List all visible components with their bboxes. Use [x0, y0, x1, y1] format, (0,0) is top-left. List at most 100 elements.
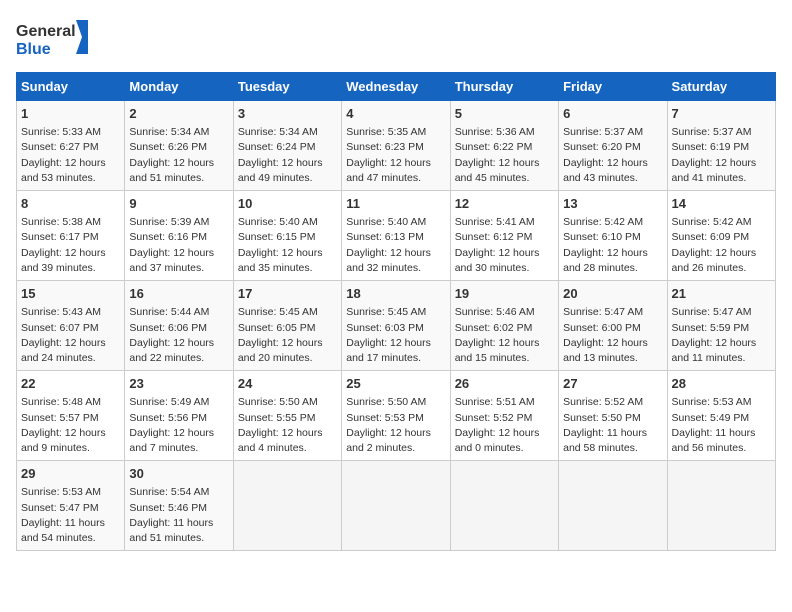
day-number: 2: [129, 105, 228, 123]
day-info: Sunrise: 5:40 AMSunset: 6:13 PMDaylight:…: [346, 215, 445, 276]
day-number: 12: [455, 195, 554, 213]
day-info: Sunrise: 5:54 AMSunset: 5:46 PMDaylight:…: [129, 485, 228, 546]
calendar-day-cell: 11 Sunrise: 5:40 AMSunset: 6:13 PMDayligh…: [342, 191, 450, 281]
day-number: 18: [346, 285, 445, 303]
day-number: 11: [346, 195, 445, 213]
calendar-day-cell: [559, 461, 667, 551]
day-number: 4: [346, 105, 445, 123]
day-number: 26: [455, 375, 554, 393]
day-number: 30: [129, 465, 228, 483]
weekday-header: Saturday: [667, 73, 775, 101]
calendar-day-cell: 16Sunrise: 5:44 AMSunset: 6:06 PMDayligh…: [125, 281, 233, 371]
day-number: 14: [672, 195, 771, 213]
calendar-day-cell: [667, 461, 775, 551]
day-number: 8: [21, 195, 120, 213]
svg-text:General: General: [16, 23, 76, 40]
day-info: Sunrise: 5:46 AMSunset: 6:02 PMDaylight:…: [455, 305, 554, 366]
day-info: Sunrise: 5:39 AMSunset: 6:16 PMDaylight:…: [129, 215, 228, 276]
day-number: 24: [238, 375, 337, 393]
calendar-day-cell: 19Sunrise: 5:46 AMSunset: 6:02 PMDayligh…: [450, 281, 558, 371]
calendar-day-cell: 10 Sunrise: 5:40 AMSunset: 6:15 PMDayligh…: [233, 191, 341, 281]
calendar-week-row: 29Sunrise: 5:53 AMSunset: 5:47 PMDayligh…: [17, 461, 776, 551]
day-info: Sunrise: 5:43 AMSunset: 6:07 PMDaylight:…: [21, 305, 120, 366]
day-info: Sunrise: 5:52 AMSunset: 5:50 PMDaylight:…: [563, 395, 662, 456]
calendar-week-row: 15 Sunrise: 5:43 AMSunset: 6:07 PMDayligh…: [17, 281, 776, 371]
day-info: Sunrise: 5:42 AMSunset: 6:10 PMDaylight:…: [563, 215, 662, 276]
weekday-header: Sunday: [17, 73, 125, 101]
calendar-day-cell: 20 Sunrise: 5:47 AMSunset: 6:00 PMDayligh…: [559, 281, 667, 371]
logo: GeneralBlue: [16, 16, 96, 60]
page-header: GeneralBlue: [16, 16, 776, 60]
day-number: 1: [21, 105, 120, 123]
calendar-week-row: 22 Sunrise: 5:48 AMSunset: 5:57 PMDayligh…: [17, 371, 776, 461]
calendar-day-cell: 12 Sunrise: 5:41 AMSunset: 6:12 PMDayligh…: [450, 191, 558, 281]
calendar-day-cell: 2 Sunrise: 5:34 AMSunset: 6:26 PMDaylight…: [125, 101, 233, 191]
day-number: 9: [129, 195, 228, 213]
weekday-header: Wednesday: [342, 73, 450, 101]
day-info: Sunrise: 5:48 AMSunset: 5:57 PMDaylight:…: [21, 395, 120, 456]
day-info: Sunrise: 5:47 AMSunset: 5:59 PMDaylight:…: [672, 305, 771, 366]
day-number: 23: [129, 375, 228, 393]
day-info: Sunrise: 5:38 AMSunset: 6:17 PMDaylight:…: [21, 215, 120, 276]
day-number: 7: [672, 105, 771, 123]
day-info: Sunrise: 5:45 AMSunset: 6:05 PMDaylight:…: [238, 305, 337, 366]
day-number: 22: [21, 375, 120, 393]
calendar-day-cell: 5 Sunrise: 5:36 AMSunset: 6:22 PMDaylight…: [450, 101, 558, 191]
calendar-week-row: 1Sunrise: 5:33 AMSunset: 6:27 PMDaylight…: [17, 101, 776, 191]
day-number: 27: [563, 375, 662, 393]
day-info: Sunrise: 5:49 AMSunset: 5:56 PMDaylight:…: [129, 395, 228, 456]
calendar-day-cell: 17Sunrise: 5:45 AMSunset: 6:05 PMDayligh…: [233, 281, 341, 371]
day-info: Sunrise: 5:53 AMSunset: 5:49 PMDaylight:…: [672, 395, 771, 456]
day-info: Sunrise: 5:53 AMSunset: 5:47 PMDaylight:…: [21, 485, 120, 546]
day-info: Sunrise: 5:40 AMSunset: 6:15 PMDaylight:…: [238, 215, 337, 276]
weekday-header: Monday: [125, 73, 233, 101]
day-info: Sunrise: 5:34 AMSunset: 6:26 PMDaylight:…: [129, 125, 228, 186]
day-info: Sunrise: 5:50 AMSunset: 5:53 PMDaylight:…: [346, 395, 445, 456]
calendar-day-cell: 7 Sunrise: 5:37 AMSunset: 6:19 PMDaylight…: [667, 101, 775, 191]
day-info: Sunrise: 5:41 AMSunset: 6:12 PMDaylight:…: [455, 215, 554, 276]
day-number: 21: [672, 285, 771, 303]
calendar-day-cell: 9 Sunrise: 5:39 AMSunset: 6:16 PMDaylight…: [125, 191, 233, 281]
calendar-day-cell: 6 Sunrise: 5:37 AMSunset: 6:20 PMDaylight…: [559, 101, 667, 191]
logo-svg: GeneralBlue: [16, 16, 96, 60]
weekday-header: Tuesday: [233, 73, 341, 101]
day-info: Sunrise: 5:35 AMSunset: 6:23 PMDaylight:…: [346, 125, 445, 186]
calendar-day-cell: 24 Sunrise: 5:50 AMSunset: 5:55 PMDayligh…: [233, 371, 341, 461]
calendar-day-cell: 18 Sunrise: 5:45 AMSunset: 6:03 PMDayligh…: [342, 281, 450, 371]
day-number: 20: [563, 285, 662, 303]
header-row: SundayMondayTuesdayWednesdayThursdayFrid…: [17, 73, 776, 101]
day-number: 6: [563, 105, 662, 123]
calendar-day-cell: [450, 461, 558, 551]
calendar-day-cell: 25 Sunrise: 5:50 AMSunset: 5:53 PMDayligh…: [342, 371, 450, 461]
day-info: Sunrise: 5:37 AMSunset: 6:19 PMDaylight:…: [672, 125, 771, 186]
calendar-day-cell: 8 Sunrise: 5:38 AMSunset: 6:17 PMDaylight…: [17, 191, 125, 281]
calendar-day-cell: 4 Sunrise: 5:35 AMSunset: 6:23 PMDaylight…: [342, 101, 450, 191]
day-info: Sunrise: 5:50 AMSunset: 5:55 PMDaylight:…: [238, 395, 337, 456]
day-info: Sunrise: 5:37 AMSunset: 6:20 PMDaylight:…: [563, 125, 662, 186]
calendar-table: SundayMondayTuesdayWednesdayThursdayFrid…: [16, 72, 776, 551]
day-number: 3: [238, 105, 337, 123]
calendar-day-cell: 22 Sunrise: 5:48 AMSunset: 5:57 PMDayligh…: [17, 371, 125, 461]
day-info: Sunrise: 5:45 AMSunset: 6:03 PMDaylight:…: [346, 305, 445, 366]
day-info: Sunrise: 5:34 AMSunset: 6:24 PMDaylight:…: [238, 125, 337, 186]
calendar-week-row: 8 Sunrise: 5:38 AMSunset: 6:17 PMDaylight…: [17, 191, 776, 281]
calendar-day-cell: [233, 461, 341, 551]
day-number: 13: [563, 195, 662, 213]
calendar-day-cell: 27 Sunrise: 5:52 AMSunset: 5:50 PMDayligh…: [559, 371, 667, 461]
svg-text:Blue: Blue: [16, 41, 51, 58]
day-number: 25: [346, 375, 445, 393]
calendar-day-cell: 28 Sunrise: 5:53 AMSunset: 5:49 PMDayligh…: [667, 371, 775, 461]
day-number: 15: [21, 285, 120, 303]
calendar-day-cell: 26 Sunrise: 5:51 AMSunset: 5:52 PMDayligh…: [450, 371, 558, 461]
weekday-header: Friday: [559, 73, 667, 101]
calendar-day-cell: 14Sunrise: 5:42 AMSunset: 6:09 PMDayligh…: [667, 191, 775, 281]
day-number: 10: [238, 195, 337, 213]
day-info: Sunrise: 5:51 AMSunset: 5:52 PMDaylight:…: [455, 395, 554, 456]
day-info: Sunrise: 5:47 AMSunset: 6:00 PMDaylight:…: [563, 305, 662, 366]
day-number: 28: [672, 375, 771, 393]
calendar-day-cell: 3 Sunrise: 5:34 AMSunset: 6:24 PMDaylight…: [233, 101, 341, 191]
calendar-day-cell: 30 Sunrise: 5:54 AMSunset: 5:46 PMDayligh…: [125, 461, 233, 551]
day-number: 5: [455, 105, 554, 123]
calendar-day-cell: 13 Sunrise: 5:42 AMSunset: 6:10 PMDayligh…: [559, 191, 667, 281]
day-info: Sunrise: 5:36 AMSunset: 6:22 PMDaylight:…: [455, 125, 554, 186]
